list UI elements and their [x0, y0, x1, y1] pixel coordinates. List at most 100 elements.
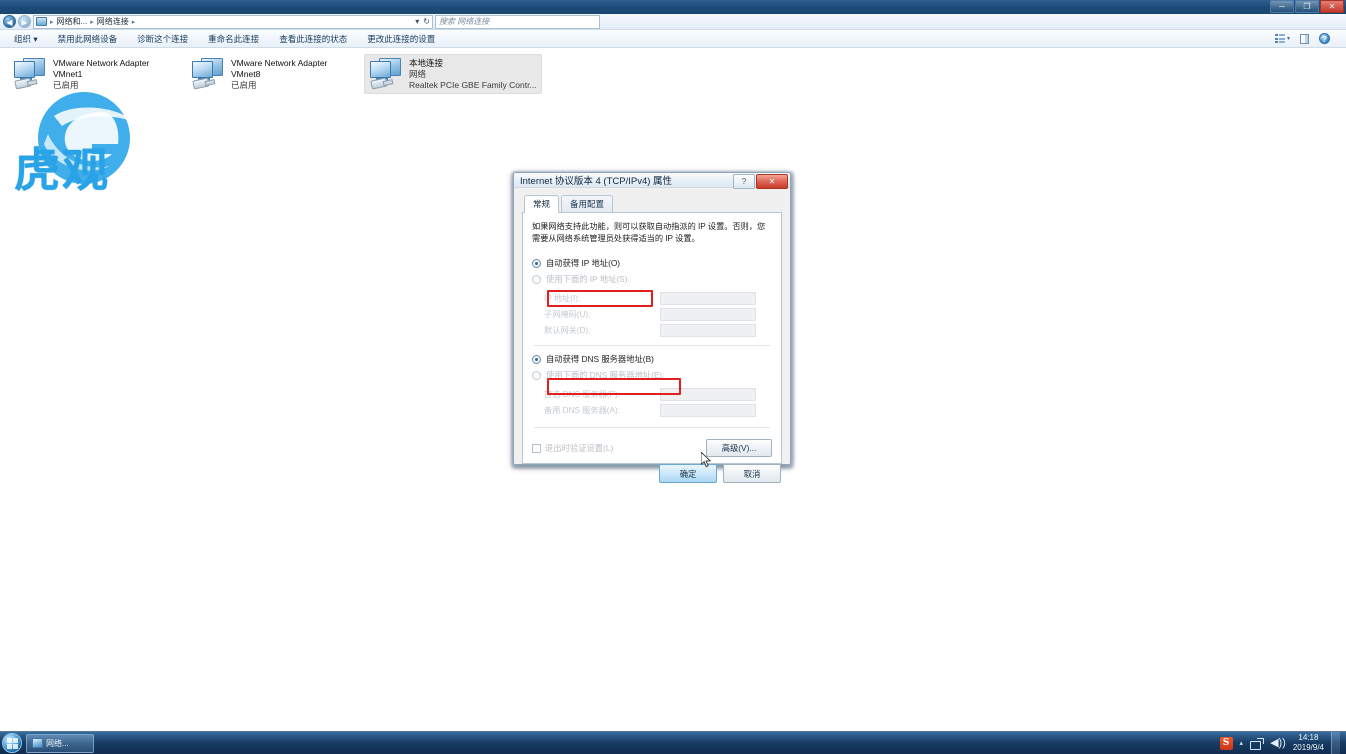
list-item[interactable]: VMware Network Adapter VMnet1 已启用 — [8, 54, 186, 94]
radio-dns-manual-row[interactable]: 使用下面的 DNS 服务器地址(E): — [532, 369, 772, 381]
checkbox-validate-on-exit-label: 退出时验证设置(L) — [545, 443, 614, 453]
divider — [534, 427, 770, 428]
adapter-name: VMware Network Adapter VMnet1 — [53, 58, 150, 79]
help-icon[interactable]: ? — [1319, 33, 1330, 44]
breadcrumb-separator-0: ▸ — [90, 18, 94, 26]
adapter-device: Realtek PCIe GBE Family Contr... — [409, 80, 537, 90]
radio-ip-manual-row[interactable]: 使用下面的 IP 地址(S): — [532, 273, 772, 285]
radio-dns-manual-label: 使用下面的 DNS 服务器地址(E): — [546, 370, 665, 380]
field-row-preferred-dns: 首选 DNS 服务器(P): . . . — [532, 386, 772, 402]
cmd-disable-device[interactable]: 禁用此网络设备 — [48, 33, 128, 45]
label-alternate-dns: 备用 DNS 服务器(A): — [544, 406, 620, 415]
radio-ip-automatic-row[interactable]: 自动获得 IP 地址(O) — [532, 257, 772, 269]
ip-dot: . — [675, 325, 678, 335]
ip-dot: . — [706, 405, 710, 415]
cancel-button[interactable]: 取消 — [723, 464, 781, 483]
ip-dot: . — [706, 293, 710, 303]
ip-fields-group: IP 地址(I): . . . 子网掩码(U): . . . 默认网关(D): … — [532, 290, 772, 338]
cmd-change-settings[interactable]: 更改此连接的设置 — [357, 33, 445, 45]
input-preferred-dns[interactable]: . . . — [660, 387, 756, 401]
back-button[interactable]: ◀ — [3, 15, 16, 28]
advanced-button[interactable]: 高级(V)... — [706, 439, 772, 457]
field-row-default-gateway: 默认网关(D): . . . — [532, 322, 772, 338]
clock-date: 2019/9/4 — [1292, 743, 1324, 752]
show-hidden-icons-caret[interactable]: ▴ — [1240, 739, 1244, 747]
network-adapter-icon — [369, 58, 403, 90]
start-button[interactable] — [2, 733, 22, 753]
radio-ip-manual[interactable] — [532, 274, 541, 284]
dialog-options-row: 退出时验证设置(L) 高级(V)... — [532, 433, 772, 457]
forward-button[interactable]: ▶ — [18, 15, 31, 28]
field-row-alternate-dns: 备用 DNS 服务器(A): . . . — [532, 402, 772, 418]
checkbox-validate-on-exit[interactable] — [532, 443, 541, 453]
breadcrumb-caret-0: ▸ — [50, 18, 54, 26]
window-controls: ─ ❐ ✕ — [1270, 0, 1344, 13]
maximize-button[interactable]: ❐ — [1295, 0, 1319, 13]
refresh-icon[interactable]: ↻ — [423, 17, 430, 26]
dialog-close-button[interactable]: ✕ — [756, 174, 788, 189]
command-bar: 组织 ▾ 禁用此网络设备 诊断这个连接 重命名此连接 查看此连接的状态 更改此连… — [0, 30, 1346, 48]
clock[interactable]: 14:18 2019/9/4 — [1293, 733, 1324, 753]
window-titlebar: ─ ❐ ✕ — [0, 0, 1346, 14]
network-adapter-icon — [191, 58, 225, 90]
ip-dot: . — [675, 389, 678, 399]
radio-ip-automatic[interactable] — [532, 258, 541, 268]
address-bar: ◀ ▶ ▸ 网络和... ▸ 网络连接 ▸ ▾ ↻ 搜索 网络连接 — [0, 14, 1346, 30]
tab-alternate-config[interactable]: 备用配置 — [561, 195, 614, 213]
divider — [534, 345, 770, 346]
preview-pane-icon[interactable] — [1300, 33, 1309, 44]
view-options-button[interactable]: ▾ — [1274, 34, 1290, 43]
breadcrumb-item-1[interactable]: 网络连接 — [97, 16, 129, 27]
dialog-titlebar: Internet 协议版本 4 (TCP/IPv4) 属性 ? ✕ — [514, 173, 790, 189]
search-input[interactable]: 搜索 网络连接 — [435, 14, 600, 29]
ok-button[interactable]: 确定 — [659, 464, 717, 483]
taskbar: 网络... S ▴ ◀)) 14:18 2019/9/4 — [0, 731, 1346, 754]
breadcrumb-item-0[interactable]: 网络和... — [57, 16, 88, 27]
dialog-help-button[interactable]: ? — [733, 174, 755, 189]
field-row-ip-address: IP 地址(I): . . . — [532, 290, 772, 306]
clock-time: 14:18 — [1298, 733, 1319, 742]
view-caret-icon: ▾ — [1286, 36, 1290, 42]
system-tray: S ▴ ◀)) 14:18 2019/9/4 — [1219, 731, 1344, 754]
field-row-subnet-mask: 子网掩码(U): . . . — [532, 306, 772, 322]
radio-dns-automatic[interactable] — [532, 354, 541, 364]
tab-general[interactable]: 常规 — [524, 195, 560, 213]
ip-dot: . — [675, 293, 678, 303]
ip-dot: . — [738, 309, 741, 319]
breadcrumb-separator-1: ▸ — [131, 18, 136, 26]
organize-menu[interactable]: 组织 ▾ — [8, 33, 48, 45]
dialog-title: Internet 协议版本 4 (TCP/IPv4) 属性 — [520, 176, 673, 187]
list-item[interactable]: VMware Network Adapter VMnet8 已启用 — [186, 54, 364, 94]
label-default-gateway: 默认网关(D): — [544, 326, 591, 335]
network-folder-icon — [36, 17, 47, 26]
input-default-gateway[interactable]: . . . — [660, 323, 756, 337]
radio-dns-manual[interactable] — [532, 370, 541, 380]
volume-tray-icon[interactable]: ◀)) — [1270, 737, 1286, 749]
cmd-rename-connection[interactable]: 重命名此连接 — [198, 33, 269, 45]
taskbar-item-network[interactable]: 网络... — [26, 733, 94, 753]
address-dropdown-caret[interactable]: ▾ — [415, 17, 419, 26]
dialog-description: 如果网络支持此功能，则可以获取自动指派的 IP 设置。否则，您需要从网络系统管理… — [532, 222, 766, 243]
taskbar-item-label: 网络... — [46, 738, 69, 748]
label-subnet-mask: 子网掩码(U): — [544, 310, 591, 319]
dns-fields-group: 首选 DNS 服务器(P): . . . 备用 DNS 服务器(A): . . … — [532, 386, 772, 418]
minimize-button[interactable]: ─ — [1270, 0, 1294, 13]
input-subnet-mask[interactable]: . . . — [660, 307, 756, 321]
radio-dns-automatic-row[interactable]: 自动获得 DNS 服务器地址(B) — [532, 353, 772, 365]
address-input[interactable]: ▸ 网络和... ▸ 网络连接 ▸ ▾ ↻ — [33, 14, 433, 29]
list-item[interactable]: 本地连接 网络 Realtek PCIe GBE Family Contr... — [364, 54, 542, 94]
network-tray-icon[interactable] — [1250, 737, 1265, 750]
close-button[interactable]: ✕ — [1320, 0, 1344, 13]
cmd-view-status[interactable]: 查看此连接的状态 — [269, 33, 357, 45]
ip-dot: . — [738, 405, 741, 415]
cmd-diagnose-connection[interactable]: 诊断这个连接 — [127, 33, 198, 45]
sogou-input-icon[interactable]: S — [1219, 736, 1233, 750]
ip-dot: . — [706, 325, 710, 335]
adapter-list: VMware Network Adapter VMnet1 已启用 VMware… — [0, 54, 1346, 94]
network-adapter-icon — [13, 58, 47, 90]
input-alternate-dns[interactable]: . . . — [660, 403, 756, 417]
adapter-status: 网络 — [409, 69, 427, 79]
ip-dot: . — [675, 309, 678, 319]
input-ip-address[interactable]: . . . — [660, 291, 756, 305]
show-desktop-button[interactable] — [1331, 731, 1340, 754]
